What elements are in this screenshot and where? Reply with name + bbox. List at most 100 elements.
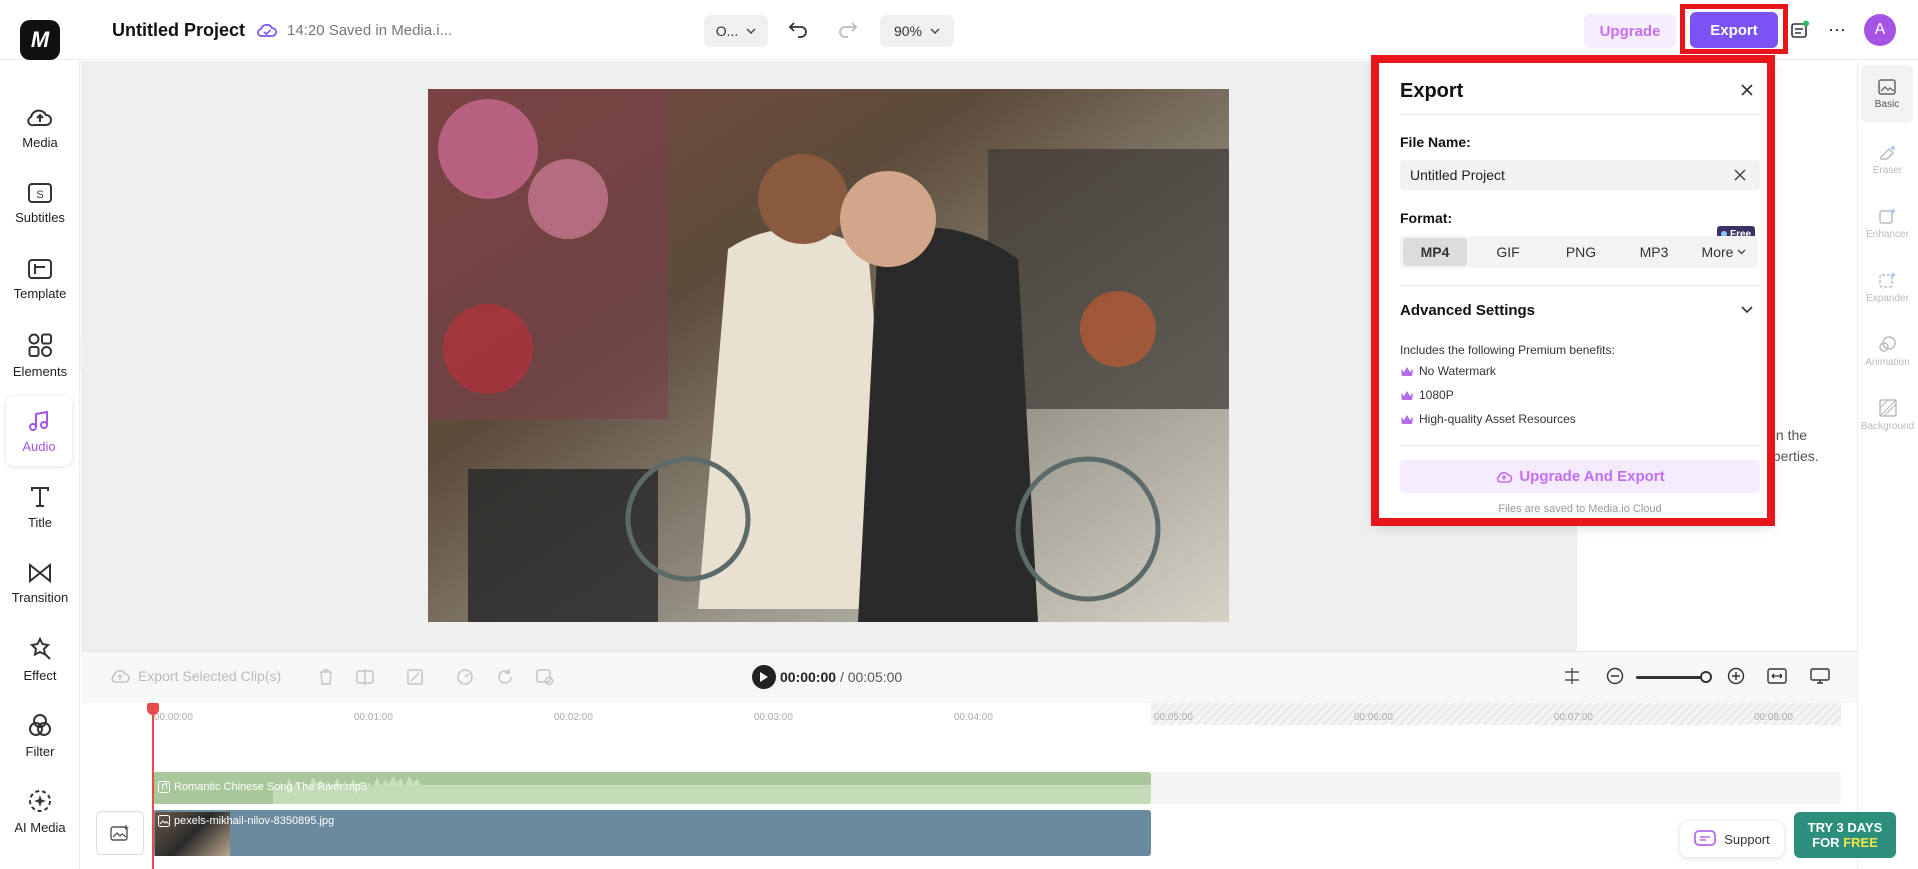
more-options-icon[interactable]: ⋯ xyxy=(1828,20,1846,41)
sidebar-item-effect[interactable]: Effect xyxy=(0,624,80,694)
timeline-zoom-slider[interactable] xyxy=(1636,676,1708,679)
project-title[interactable]: Untitled Project xyxy=(112,20,245,41)
animation-icon xyxy=(1878,335,1898,353)
music-note-icon xyxy=(27,409,51,433)
transition-icon xyxy=(27,562,53,584)
tool-eraser[interactable]: Eraser xyxy=(1857,130,1918,188)
chat-icon xyxy=(1694,829,1717,849)
sidebar-item-label: Media xyxy=(22,134,58,150)
trial-free-label: FREE xyxy=(1843,835,1878,850)
zoom-select[interactable]: 90% xyxy=(880,15,954,47)
tool-enhancer[interactable]: Enhancer xyxy=(1857,194,1918,252)
audio-track-lane xyxy=(1151,772,1841,804)
upgrade-button[interactable]: Upgrade xyxy=(1584,14,1676,48)
sidebar-item-filter[interactable]: Filter xyxy=(0,700,80,770)
sidebar-item-transition[interactable]: Transition xyxy=(0,548,80,618)
sidebar-item-template[interactable]: Template xyxy=(0,244,80,314)
support-label: Support xyxy=(1724,831,1770,847)
zoom-out-icon[interactable] xyxy=(1606,667,1624,685)
tool-basic[interactable]: Basic xyxy=(1861,65,1913,123)
image-edit-icon[interactable] xyxy=(536,668,554,686)
cloud-upload-icon xyxy=(26,105,54,129)
ruler-tick-label: 00:02:00 xyxy=(554,712,593,723)
export-selected-clips-button[interactable]: Export Selected Clip(s) xyxy=(110,668,281,684)
sidebar-item-label: Effect xyxy=(23,667,57,683)
ruler-tick-label: 00:00:00 xyxy=(154,712,193,723)
export-button-highlight xyxy=(1680,4,1788,54)
zoom-in-icon[interactable] xyxy=(1727,667,1745,685)
tool-label: Animation xyxy=(1865,356,1910,368)
cloud-upload-icon xyxy=(110,668,130,684)
image-icon xyxy=(158,815,170,827)
sidebar-item-elements[interactable]: Elements xyxy=(0,320,80,390)
subtitles-icon: S xyxy=(27,182,53,204)
trial-line-1: TRY 3 DAYS xyxy=(1807,820,1883,835)
aspect-ratio-select[interactable]: O... xyxy=(704,15,768,47)
playhead[interactable] xyxy=(152,703,154,869)
rotate-icon[interactable] xyxy=(496,668,514,686)
snap-icon[interactable] xyxy=(1562,667,1582,685)
total-time: / 00:05:00 xyxy=(839,669,903,685)
ruler-tick-label: 00:07:00 xyxy=(1554,712,1593,723)
preview-image[interactable] xyxy=(428,89,1229,622)
ruler-tick-label: 00:08:00 xyxy=(1754,712,1793,723)
monitor-icon[interactable] xyxy=(1810,667,1830,685)
crop-icon[interactable] xyxy=(406,668,424,686)
current-time: 00:00:00 xyxy=(780,669,837,685)
sidebar-item-label: Template xyxy=(13,285,67,301)
ai-media-icon xyxy=(27,788,53,814)
undo-icon[interactable] xyxy=(788,18,810,40)
tool-label: Expander xyxy=(1866,292,1909,304)
enhancer-icon xyxy=(1878,207,1898,225)
redo-icon[interactable] xyxy=(836,18,858,40)
ruler-tick-label: 00:06:00 xyxy=(1354,712,1393,723)
tool-label: Enhancer xyxy=(1866,228,1909,240)
tool-background[interactable]: Background xyxy=(1857,386,1918,444)
image-icon xyxy=(1878,78,1896,95)
sidebar-item-label: Transition xyxy=(11,589,69,605)
play-icon xyxy=(759,671,769,683)
delete-icon[interactable] xyxy=(318,668,334,686)
speed-icon[interactable] xyxy=(456,668,474,686)
trial-for-label: FOR xyxy=(1812,835,1844,850)
sidebar-item-title[interactable]: Title xyxy=(0,472,80,542)
svg-text:S: S xyxy=(36,189,43,201)
tool-expander[interactable]: Expander xyxy=(1857,258,1918,316)
ruler-tick-label: 00:04:00 xyxy=(954,712,993,723)
sidebar-item-subtitles[interactable]: S Subtitles xyxy=(0,168,80,238)
timeline-zoom-knob[interactable] xyxy=(1700,671,1712,683)
background-icon xyxy=(1878,398,1897,417)
ruler-tick-label: 00:03:00 xyxy=(754,712,793,723)
free-trial-badge[interactable]: TRY 3 DAYS FOR FREE xyxy=(1794,812,1896,858)
app-logo[interactable]: M xyxy=(20,20,60,60)
sidebar-item-audio[interactable]: Audio xyxy=(6,396,72,466)
play-button[interactable] xyxy=(752,665,776,689)
music-note-icon xyxy=(158,781,170,793)
tool-animation[interactable]: Animation xyxy=(1857,322,1918,380)
user-avatar[interactable]: A xyxy=(1864,14,1896,46)
sidebar-item-ai-media[interactable]: AI Media xyxy=(0,776,80,846)
add-media-track-button[interactable] xyxy=(96,811,144,855)
effect-icon xyxy=(27,636,53,662)
cloud-sync-icon xyxy=(256,21,278,39)
task-list-icon[interactable] xyxy=(1790,20,1810,40)
export-selected-clips-label: Export Selected Clip(s) xyxy=(138,668,282,684)
tool-label: Background xyxy=(1860,420,1915,432)
fit-timeline-icon[interactable] xyxy=(1767,667,1787,685)
sidebar-item-media[interactable]: Media xyxy=(0,92,80,162)
elements-icon xyxy=(27,332,53,358)
support-button[interactable]: Support xyxy=(1680,821,1784,857)
split-icon[interactable] xyxy=(356,668,374,686)
sidebar-item-label: Elements xyxy=(12,363,68,379)
video-clip-label: pexels-mikhail-nilov-8350895.jpg xyxy=(158,815,334,827)
sidebar-item-label: AI Media xyxy=(14,819,66,835)
time-readout: 00:00:00 / 00:05:00 xyxy=(780,669,902,685)
save-status: 14:20 Saved in Media.i... xyxy=(287,22,453,39)
timeline-empty-region xyxy=(1151,703,1841,725)
template-icon xyxy=(27,258,53,280)
timeline-toolbar xyxy=(81,651,1857,703)
audio-clip-name: Romantic Chinese Song The River.mp3 xyxy=(174,781,368,793)
ruler-tick-label: 00:01:00 xyxy=(354,712,393,723)
sidebar-item-label: Title xyxy=(27,514,53,530)
sidebar-item-label: Filter xyxy=(25,743,55,759)
